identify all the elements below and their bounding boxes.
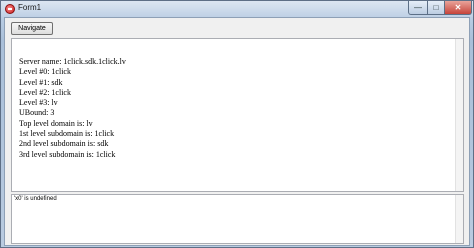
output-line-ubound: UBound: 3	[19, 108, 55, 118]
form1-window: Form1 — □ ✕ Navigate Server name: 1click…	[0, 0, 474, 248]
app-icon	[5, 4, 15, 14]
error-message: 'x0' is undefined	[14, 196, 57, 202]
maximize-button[interactable]: □	[427, 1, 445, 15]
output-line-2nd-subdomain: 2nd level subdomain is: sdk	[19, 139, 109, 149]
title-bar[interactable]: Form1	[1, 1, 473, 17]
output-line-3rd-subdomain: 3rd level subdomain is: 1click	[19, 149, 116, 159]
output-line-server-name: Server name: 1click.sdk.1click.lv	[19, 57, 126, 66]
navigate-button[interactable]: Navigate	[11, 22, 53, 35]
output-line-top-level-domain: Top level domain is: lv	[19, 118, 93, 128]
output-scrollbar[interactable]	[455, 39, 463, 191]
output-textbox[interactable]: Server name: 1click.sdk.1click.lv Level …	[11, 38, 464, 192]
close-button[interactable]: ✕	[444, 1, 472, 15]
output-line-level-1: Level #1: sdk	[19, 77, 63, 87]
minimize-button[interactable]: —	[408, 1, 428, 15]
window-title: Form1	[18, 3, 42, 12]
output-line-level-2: Level #2: 1click	[19, 87, 71, 97]
error-textbox[interactable]: 'x0' is undefined	[11, 194, 464, 244]
output-line-level-3: Level #3: lv	[19, 98, 58, 108]
output-line-level-0: Level #0: 1click	[19, 67, 71, 77]
output-line-1st-subdomain: 1st level subdomain is: 1click	[19, 129, 115, 139]
form-client-area: Navigate Server name: 1click.sdk.1click.…	[4, 17, 470, 246]
output-lines: Server name: 1click.sdk.1click.lv Level …	[19, 57, 126, 160]
error-scrollbar[interactable]	[455, 195, 463, 243]
